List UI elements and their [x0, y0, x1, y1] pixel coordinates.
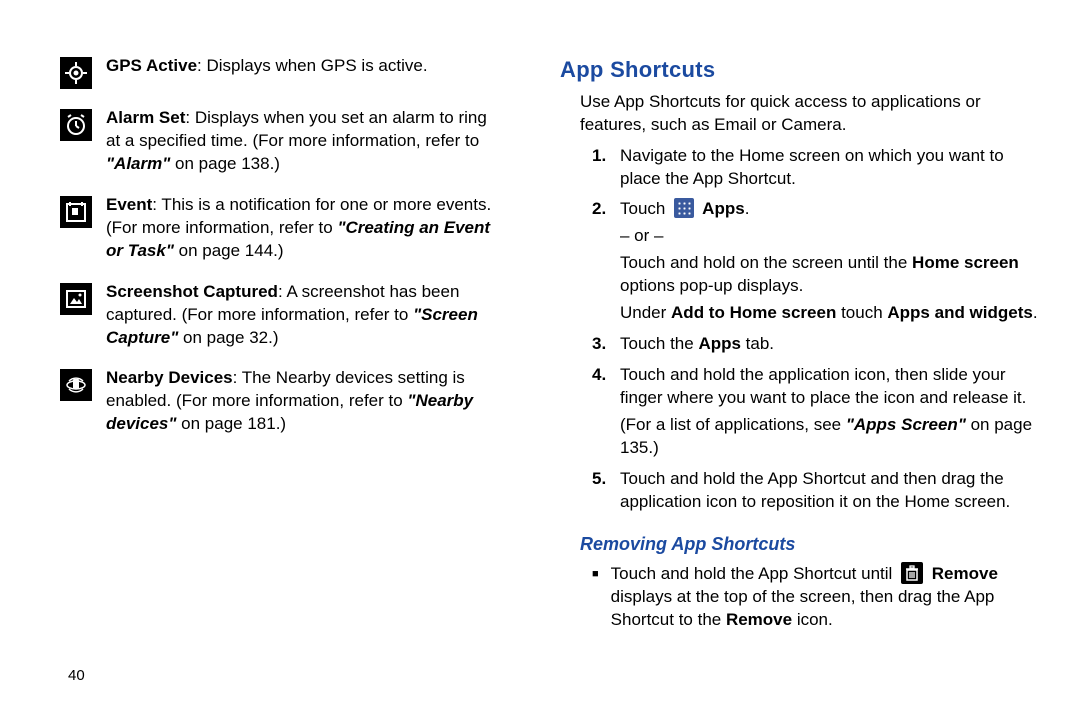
- step-2: 2. Touch Apps. – or – Touch and hold on …: [592, 198, 1040, 329]
- left-column: GPS Active: Displays when GPS is active.…: [60, 55, 500, 636]
- alarm-row: Alarm Set: Displays when you set an alar…: [60, 107, 500, 176]
- alarm-set-icon: [60, 109, 92, 141]
- step-4: 4. Touch and hold the application icon, …: [592, 364, 1040, 464]
- event-icon: [60, 196, 92, 228]
- nearby-row: Nearby Devices: The Nearby devices setti…: [60, 367, 500, 436]
- nearby-devices-icon: [60, 369, 92, 401]
- gps-row: GPS Active: Displays when GPS is active.: [60, 55, 500, 89]
- subsection-heading: Removing App Shortcuts: [580, 532, 1040, 556]
- nearby-desc: Nearby Devices: The Nearby devices setti…: [106, 367, 500, 436]
- remove-bullet: ■ Touch and hold the App Shortcut until …: [592, 562, 1040, 636]
- step-3: 3. Touch the Apps tab.: [592, 333, 1040, 360]
- step-1: 1. Navigate to the Home screen on which …: [592, 145, 1040, 195]
- step-5: 5. Touch and hold the App Shortcut and t…: [592, 468, 1040, 518]
- event-row: Event: This is a notification for one or…: [60, 194, 500, 263]
- apps-grid-icon: [674, 198, 694, 218]
- screenshot-desc: Screenshot Captured: A screenshot has be…: [106, 281, 500, 350]
- screenshot-icon: [60, 283, 92, 315]
- section-intro: Use App Shortcuts for quick access to ap…: [580, 91, 1040, 137]
- page-number: 40: [68, 666, 85, 686]
- bullet-icon: ■: [592, 562, 599, 636]
- manual-page: GPS Active: Displays when GPS is active.…: [0, 0, 1080, 676]
- trash-icon: [901, 562, 923, 584]
- steps-list: 1. Navigate to the Home screen on which …: [592, 145, 1040, 518]
- event-desc: Event: This is a notification for one or…: [106, 194, 500, 263]
- screenshot-row: Screenshot Captured: A screenshot has be…: [60, 281, 500, 350]
- section-heading: App Shortcuts: [560, 55, 1040, 85]
- gps-desc: GPS Active: Displays when GPS is active.: [106, 55, 500, 89]
- gps-active-icon: [60, 57, 92, 89]
- right-column: App Shortcuts Use App Shortcuts for quic…: [560, 55, 1040, 636]
- alarm-desc: Alarm Set: Displays when you set an alar…: [106, 107, 500, 176]
